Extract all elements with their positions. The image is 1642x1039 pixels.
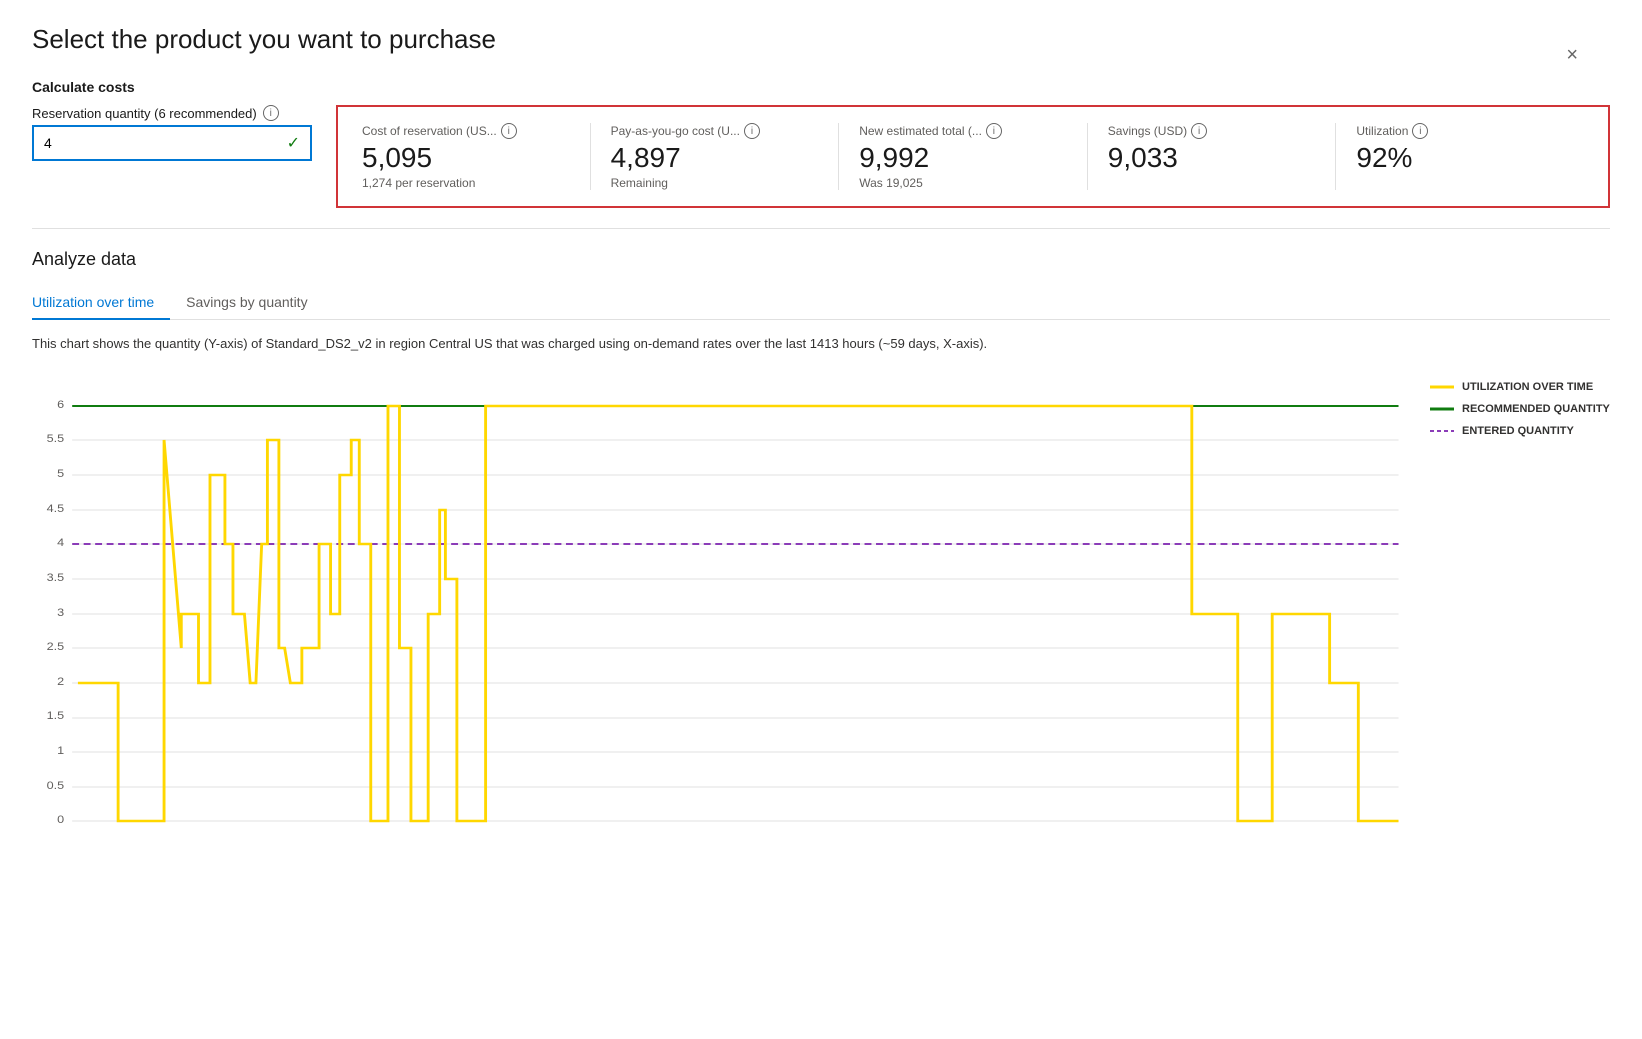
metric-value: 9,992 (859, 143, 1067, 174)
svg-text:1: 1 (57, 744, 64, 757)
metric-info-icon[interactable]: i (986, 123, 1002, 139)
metrics-box: Cost of reservation (US... i 5,095 1,274… (336, 105, 1610, 208)
metric-info-icon[interactable]: i (501, 123, 517, 139)
quantity-input-wrapper: ✓ (32, 125, 312, 161)
metric-value: 5,095 (362, 143, 570, 174)
metric-label: Utilization i (1356, 123, 1564, 139)
metric-info-icon[interactable]: i (1412, 123, 1428, 139)
legend-label: ENTERED QUANTITY (1462, 425, 1574, 437)
legend-item: ENTERED QUANTITY (1430, 425, 1610, 437)
legend-item: UTILIZATION OVER TIME (1430, 381, 1610, 393)
legend-label: RECOMMENDED QUANTITY (1462, 403, 1610, 415)
svg-text:3.5: 3.5 (47, 571, 65, 584)
tab-savings-by-quantity[interactable]: Savings by quantity (170, 286, 323, 320)
analyze-title: Analyze data (32, 249, 1610, 270)
metric-sub: 1,274 per reservation (362, 176, 570, 190)
svg-text:5.5: 5.5 (47, 432, 65, 445)
chart-description: This chart shows the quantity (Y-axis) o… (32, 336, 1610, 351)
svg-text:4: 4 (57, 536, 64, 549)
close-button[interactable]: × (1566, 44, 1578, 67)
legend-dashed-line (1430, 426, 1454, 436)
svg-text:6: 6 (57, 398, 64, 411)
svg-text:3: 3 (57, 606, 64, 619)
legend-label: UTILIZATION OVER TIME (1462, 381, 1593, 393)
legend-solid-line (1430, 382, 1454, 392)
svg-text:0: 0 (57, 813, 64, 826)
page-title: Select the product you want to purchase (32, 24, 1610, 55)
metric-item: Pay-as-you-go cost (U... i 4,897 Remaini… (591, 123, 840, 190)
metric-label: Cost of reservation (US... i (362, 123, 570, 139)
svg-text:0.5: 0.5 (47, 779, 65, 792)
utilization-chart: 0 0.5 1 1.5 2 2.5 3 3.5 4 4.5 5 5.5 6 (32, 371, 1410, 831)
metric-item: Cost of reservation (US... i 5,095 1,274… (362, 123, 591, 190)
metric-item: Savings (USD) i 9,033 (1088, 123, 1337, 190)
svg-text:2.5: 2.5 (47, 640, 65, 653)
svg-text:4.5: 4.5 (47, 502, 65, 515)
metric-value: 92% (1356, 143, 1564, 174)
svg-text:5: 5 (57, 467, 64, 480)
legend-solid-line (1430, 404, 1454, 414)
calculate-label: Calculate costs (32, 79, 1610, 95)
chart-container: 0 0.5 1 1.5 2 2.5 3 3.5 4 4.5 5 5.5 6 (32, 371, 1410, 831)
metric-sub: Remaining (611, 176, 819, 190)
metric-item: Utilization i 92% (1336, 123, 1584, 190)
metric-info-icon[interactable]: i (1191, 123, 1207, 139)
metric-value: 4,897 (611, 143, 819, 174)
quantity-label: Reservation quantity (6 recommended) i (32, 105, 312, 121)
metric-value: 9,033 (1108, 143, 1316, 174)
check-icon: ✓ (287, 133, 300, 153)
svg-text:2: 2 (57, 675, 64, 688)
tabs-bar: Utilization over timeSavings by quantity (32, 286, 1610, 320)
legend-item: RECOMMENDED QUANTITY (1430, 403, 1610, 415)
metric-info-icon[interactable]: i (744, 123, 760, 139)
quantity-input[interactable] (44, 135, 264, 151)
svg-text:1.5: 1.5 (47, 709, 65, 722)
metric-label: Pay-as-you-go cost (U... i (611, 123, 819, 139)
tab-utilization-over-time[interactable]: Utilization over time (32, 286, 170, 320)
divider (32, 228, 1610, 229)
metric-label: Savings (USD) i (1108, 123, 1316, 139)
quantity-info-icon[interactable]: i (263, 105, 279, 121)
metric-item: New estimated total (... i 9,992 Was 19,… (839, 123, 1088, 190)
chart-legend: UTILIZATION OVER TIME RECOMMENDED QUANTIT… (1430, 371, 1610, 831)
metric-sub: Was 19,025 (859, 176, 1067, 190)
metric-label: New estimated total (... i (859, 123, 1067, 139)
